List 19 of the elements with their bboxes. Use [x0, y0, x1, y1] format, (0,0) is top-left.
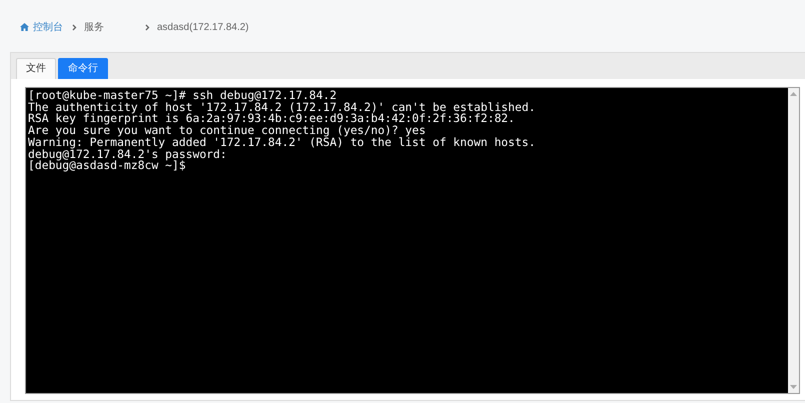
terminal-line: RSA key fingerprint is 6a:2a:97:93:4b:c9:ee:d9:3a:b4:42:0f:2f:36:f2:82. — [28, 113, 515, 126]
breadcrumb-link[interactable]: 控制台 — [33, 20, 63, 34]
tab[interactable]: 命令行 — [58, 58, 108, 79]
breadcrumb-item: 服务 — [84, 21, 104, 34]
chevron-icon — [72, 24, 77, 30]
terminal-line: Warning: Permanently added '172.17.84.2' (RSA) to the list of known hosts. — [28, 136, 536, 149]
scroll-down-icon[interactable] — [790, 385, 797, 389]
terminal-screen[interactable] — [26, 88, 788, 393]
chevron-icon — [145, 24, 150, 30]
terminal-line: The authenticity of host '172.17.84.2 (172.17.84.2)' can't be established. — [28, 102, 536, 114]
terminal-line: [root@kube-master75 ~]# ssh debug@172.17.84.2 — [28, 90, 338, 102]
terminal-line: [debug@asdasd-mz8cw ~]$ — [28, 160, 186, 172]
breadcrumb-item: asdasd(172.17.84.2) — [157, 22, 249, 32]
terminal-line: debug@172.17.84.2's password: — [28, 148, 228, 160]
tab[interactable]: 文件 — [16, 58, 56, 79]
terminal-line: Are you sure you want to continue connecting (yes/no)? yes — [28, 125, 427, 137]
scrollbar[interactable] — [788, 88, 799, 393]
scroll-up-icon[interactable] — [790, 92, 797, 96]
home-icon[interactable] — [20, 23, 29, 31]
